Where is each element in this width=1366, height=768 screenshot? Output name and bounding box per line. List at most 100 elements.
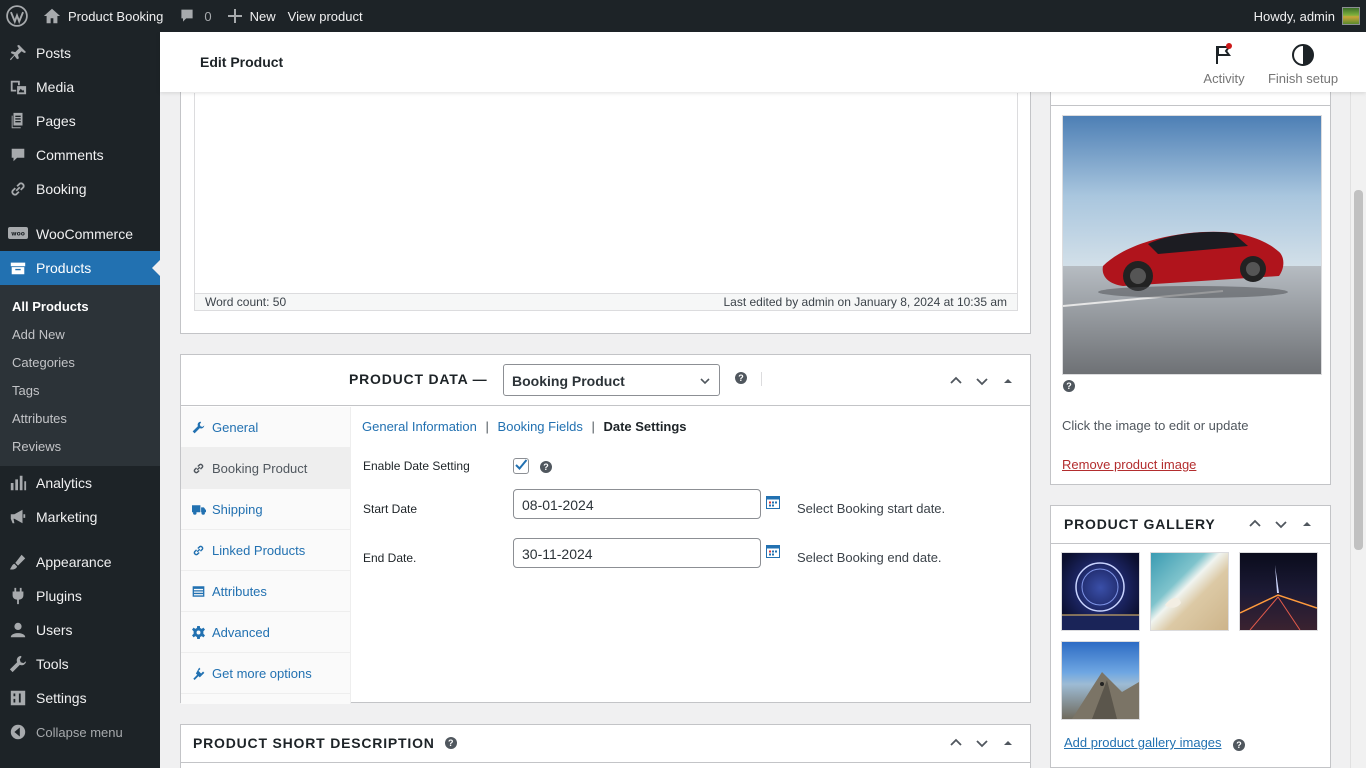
pin-icon (8, 43, 28, 63)
tab-attributes[interactable]: Attributes (181, 571, 350, 612)
short-description-title: PRODUCT SHORT DESCRIPTION (193, 735, 435, 751)
subtab-booking-fields[interactable]: Booking Fields (498, 419, 583, 434)
enable-date-checkbox[interactable] (513, 458, 529, 474)
collapse-triangle-icon[interactable] (1000, 735, 1016, 751)
menu-booking[interactable]: Booking (0, 172, 160, 206)
collapse-triangle-icon[interactable] (1000, 373, 1016, 389)
menu-label: Posts (36, 45, 72, 61)
tab-booking-product[interactable]: Booking Product (181, 448, 350, 489)
submenu-all-products[interactable]: All Products (0, 292, 160, 320)
menu-appearance[interactable]: Appearance (0, 545, 160, 579)
menu-comments[interactable]: Comments (0, 138, 160, 172)
tab-general[interactable]: General (181, 407, 350, 448)
chevron-down-icon (699, 374, 711, 390)
menu-pages[interactable]: Pages (0, 104, 160, 138)
new-label: New (249, 8, 276, 24)
editor-box: Word count: 50 Last edited by admin on J… (180, 82, 1031, 334)
editor-textarea[interactable] (194, 93, 1018, 305)
help-icon[interactable]: ? (1063, 380, 1075, 392)
editor-status-bar: Word count: 50 Last edited by admin on J… (194, 293, 1018, 311)
menu-label: Users (36, 622, 73, 638)
remove-product-image-link[interactable]: Remove product image (1062, 457, 1196, 472)
menu-marketing[interactable]: Marketing (0, 500, 160, 534)
gallery-image[interactable] (1061, 641, 1140, 720)
submenu-categories[interactable]: Categories (0, 348, 160, 376)
product-image[interactable] (1062, 115, 1322, 375)
help-icon[interactable]: ? (1233, 739, 1245, 751)
submenu-attributes[interactable]: Attributes (0, 404, 160, 432)
menu-plugins[interactable]: Plugins (0, 579, 160, 613)
tab-advanced[interactable]: Advanced (181, 612, 350, 653)
site-name-link[interactable]: Product Booking (35, 0, 171, 32)
collapse-menu-button[interactable]: Collapse menu (0, 715, 160, 749)
activity-button[interactable]: Activity (1202, 42, 1246, 86)
menu-products[interactable]: Products (0, 251, 160, 285)
subtab-general-information[interactable]: General Information (362, 419, 477, 434)
calendar-icon[interactable] (766, 544, 780, 558)
collapse-triangle-icon[interactable] (1299, 516, 1315, 532)
my-account-link[interactable]: Howdy, admin (1246, 0, 1360, 32)
chevron-down-icon[interactable] (974, 373, 990, 389)
submenu-tags[interactable]: Tags (0, 376, 160, 404)
comments-count: 0 (204, 8, 212, 24)
site-name: Product Booking (68, 8, 164, 24)
wrench-icon (8, 654, 28, 674)
chevron-up-icon[interactable] (1247, 516, 1263, 532)
products-icon (8, 258, 28, 278)
help-icon[interactable]: ? (540, 461, 552, 473)
list-icon (192, 585, 208, 598)
wordpress-logo-icon[interactable] (0, 0, 35, 32)
tab-linked-products[interactable]: Linked Products (181, 530, 350, 571)
gallery-image[interactable] (1239, 552, 1318, 631)
help-icon[interactable]: ? (735, 372, 747, 384)
new-content-link[interactable]: New (220, 0, 284, 32)
finish-setup-button[interactable]: Finish setup (1266, 42, 1340, 86)
chevron-down-icon[interactable] (974, 735, 990, 751)
truck-icon (192, 503, 208, 516)
woo-icon: woo (8, 224, 28, 244)
box-controls (948, 373, 1016, 389)
menu-posts[interactable]: Posts (0, 36, 160, 70)
gallery-image[interactable] (1150, 552, 1229, 631)
end-date-input[interactable]: 30-11-2024 (513, 538, 761, 568)
menu-label: Tools (36, 656, 69, 672)
view-product-link[interactable]: View product (284, 0, 371, 32)
comments-link[interactable]: 0 (171, 0, 219, 32)
menu-woocommerce[interactable]: woo WooCommerce (0, 217, 160, 251)
product-type-select[interactable]: Booking Product (503, 364, 720, 396)
last-edited: Last edited by admin on January 8, 2024 … (723, 295, 1007, 309)
scrollbar-thumb[interactable] (1354, 190, 1363, 550)
tab-shipping[interactable]: Shipping (181, 489, 350, 530)
menu-settings[interactable]: Settings (0, 681, 160, 715)
page-scrollbar[interactable] (1350, 32, 1366, 768)
submenu-add-new[interactable]: Add New (0, 320, 160, 348)
menu-tools[interactable]: Tools (0, 647, 160, 681)
enable-date-label: Enable Date Setting (363, 459, 470, 473)
menu-users[interactable]: Users (0, 613, 160, 647)
menu-analytics[interactable]: Analytics (0, 466, 160, 500)
menu-media[interactable]: Media (0, 70, 160, 104)
chevron-up-icon[interactable] (948, 735, 964, 751)
add-gallery-images-link[interactable]: Add product gallery images (1064, 735, 1222, 750)
admin-bar: Product Booking 0 New View product Howdy… (0, 0, 1366, 32)
end-date-label: End Date. (363, 551, 417, 565)
product-data-title: PRODUCT DATA — (349, 371, 488, 387)
short-description-box: PRODUCT SHORT DESCRIPTION ? (180, 724, 1031, 768)
tab-get-more-options[interactable]: Get more options (181, 653, 350, 694)
chevron-up-icon[interactable] (948, 373, 964, 389)
flag-icon (1202, 42, 1246, 68)
menu-label: Appearance (36, 554, 112, 570)
gallery-image[interactable] (1061, 552, 1140, 631)
start-date-input[interactable]: 08-01-2024 (513, 489, 761, 519)
chevron-down-icon[interactable] (1273, 516, 1289, 532)
woocommerce-header: Edit Product Activity Finish setup (160, 32, 1366, 92)
submenu-reviews[interactable]: Reviews (0, 432, 160, 460)
end-date-description: Select Booking end date. (797, 550, 942, 565)
main-content: Word count: 50 Last edited by admin on J… (160, 82, 1350, 768)
menu-label: Products (36, 260, 92, 276)
help-icon[interactable]: ? (444, 737, 457, 749)
subtab-date-settings[interactable]: Date Settings (603, 419, 686, 434)
link-icon (192, 544, 208, 557)
tab-label: Linked Products (212, 542, 306, 558)
calendar-icon[interactable] (766, 495, 780, 509)
